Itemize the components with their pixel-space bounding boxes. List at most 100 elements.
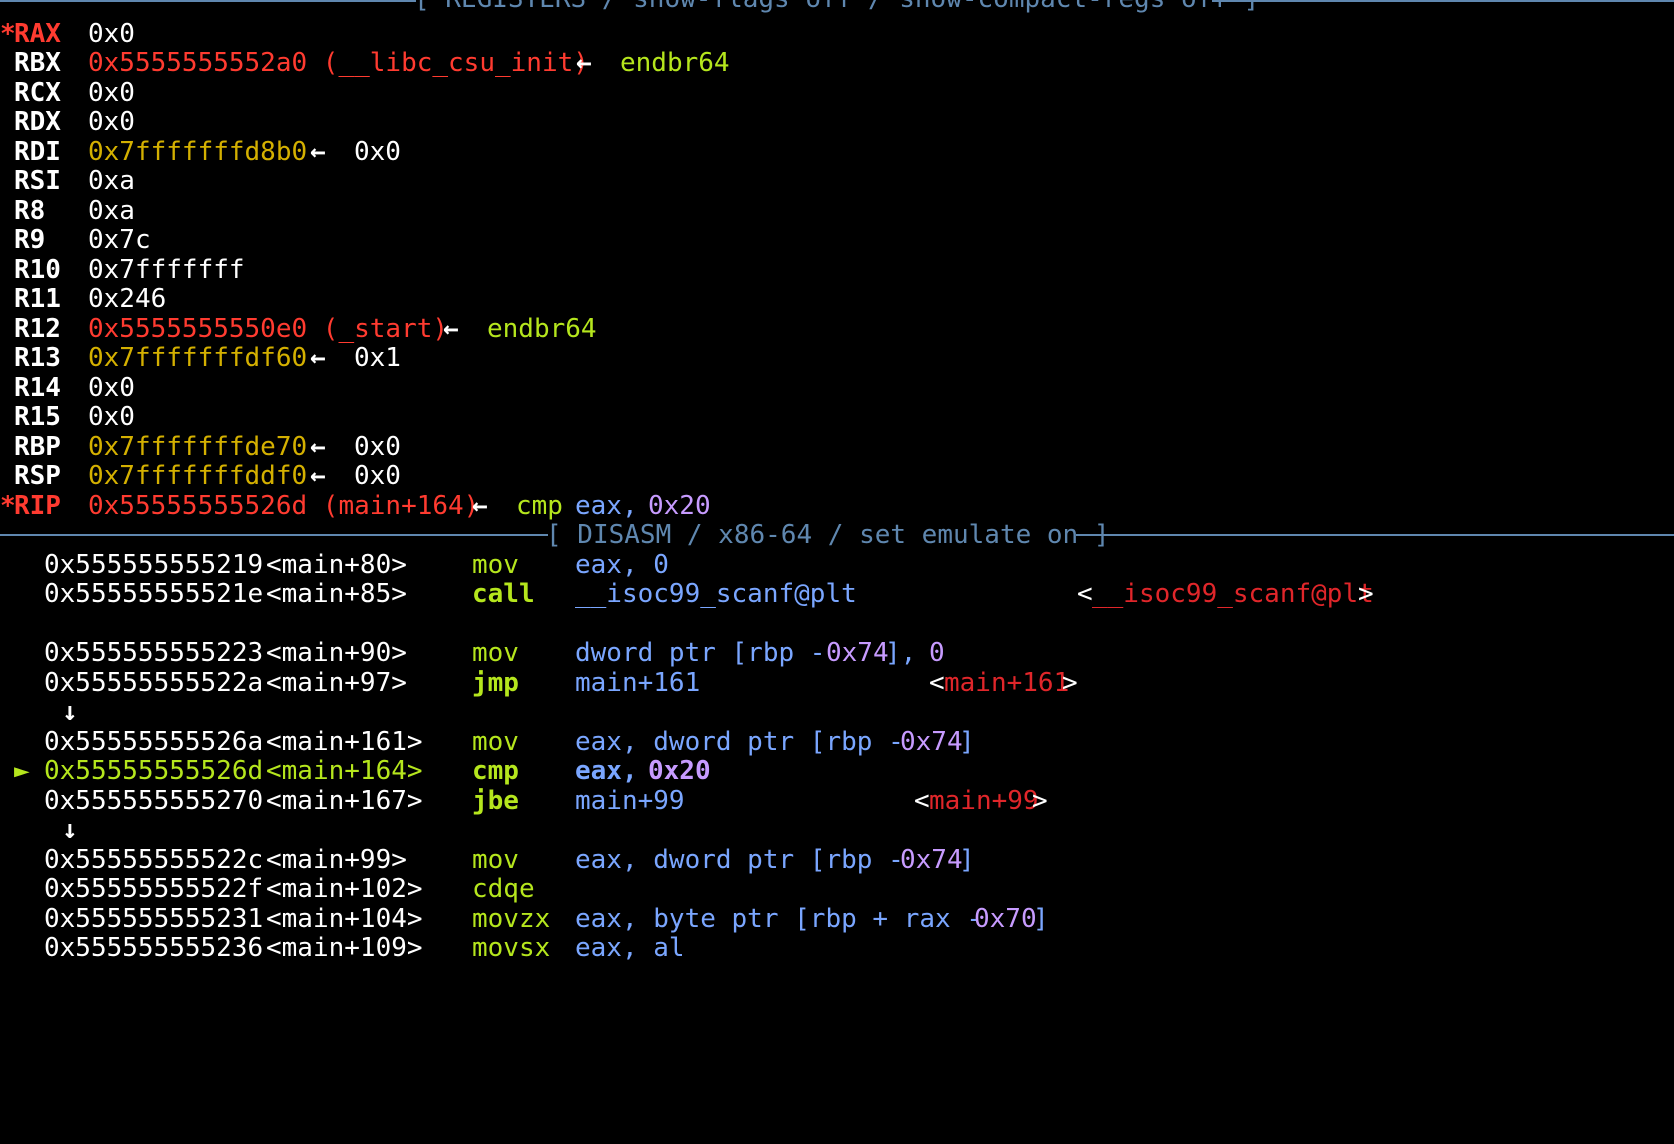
register-value: 0x7fffffffd8b0 <box>88 137 308 167</box>
branch-target: __isoc99_scanf@plt <box>1092 579 1374 609</box>
down-arrow-icon: ↓ <box>62 697 78 727</box>
instruction-operands: eax, 0 <box>575 550 669 580</box>
instruction-mnemonic: movzx <box>472 904 551 934</box>
register-deref-target: endbr64 <box>487 314 597 344</box>
down-arrow-icon: ↓ <box>62 815 78 845</box>
instruction-symbol: <main+97> <box>266 668 407 698</box>
instruction-immediate: 0x74 <box>826 638 889 668</box>
instruction-operands: eax, <box>575 756 654 786</box>
register-value: 0x0 <box>88 402 135 432</box>
register-name: R10 <box>14 255 61 285</box>
pointer-arrow-icon: ← <box>310 343 326 373</box>
instruction-mnemonic: mov <box>472 550 519 580</box>
register-value: 0x55555555526d (main+164) <box>88 491 480 521</box>
disasm-banner-title: [ DISASM / x86-64 / set emulate on ] <box>546 520 1110 550</box>
disasm-line[interactable]: 0x55555555526a <main+161> mov eax, dword… <box>0 727 1674 757</box>
disasm-line[interactable]: 0x555555555270 <main+167> jbe main+99 < … <box>0 786 1674 816</box>
instruction-mnemonic: jbe <box>472 786 519 816</box>
branch-target-close: > <box>1032 786 1048 816</box>
instruction-address: 0x55555555522a <box>44 668 264 698</box>
register-name: RIP <box>14 491 61 521</box>
instruction-operands-tail: ], <box>885 638 932 668</box>
instruction-operands: eax, dword ptr [rbp - <box>575 727 920 757</box>
register-value: 0x7fffffffddf0 <box>88 461 308 491</box>
register-row-r14: R14 0x0 <box>0 373 1674 403</box>
disasm-line[interactable]: 0x55555555522c <main+99> mov eax, dword … <box>0 845 1674 875</box>
instruction-immediate: 0x74 <box>900 727 963 757</box>
instruction-address: 0x55555555521e <box>44 579 264 609</box>
instruction-address: 0x55555555522c <box>44 845 264 875</box>
register-value: 0x7fffffff <box>88 255 245 285</box>
instruction-symbol: <main+90> <box>266 638 407 668</box>
register-row-rsp: RSP 0x7fffffffddf0 ← 0x0 <box>0 461 1674 491</box>
instruction-symbol: <main+109> <box>266 933 423 963</box>
register-value: 0x0 <box>88 107 135 137</box>
register-name: R15 <box>14 402 61 432</box>
disasm-line[interactable]: 0x55555555521e <main+85> call __isoc99_s… <box>0 579 1674 609</box>
instruction-immediate: 0x74 <box>900 845 963 875</box>
instruction-operands: main+161 <box>575 668 701 698</box>
branch-target-open: < <box>929 668 945 698</box>
instruction-operands: eax, byte ptr [rbp + rax - <box>575 904 998 934</box>
instruction-mnemonic: mov <box>472 727 519 757</box>
register-row-rdi: RDI 0x7fffffffd8b0 ← 0x0 <box>0 137 1674 167</box>
register-value: 0x0 <box>88 78 135 108</box>
instruction-mnemonic: cmp <box>472 756 519 786</box>
instruction-symbol: <main+85> <box>266 579 407 609</box>
instruction-symbol: <main+99> <box>266 845 407 875</box>
disasm-line-current[interactable]: ► 0x55555555526d <main+164> cmp eax, 0x2… <box>0 756 1674 786</box>
pointer-arrow-icon: ← <box>310 461 326 491</box>
register-name: RDX <box>14 107 61 137</box>
instruction-operands-tail: ] <box>1033 904 1049 934</box>
instruction-operands: __isoc99_scanf@plt <box>575 579 857 609</box>
pointer-arrow-icon: ← <box>576 48 592 78</box>
registers-banner-title: [ REGISTERS / show-flags off / show-comp… <box>414 0 1259 14</box>
register-name: RAX <box>14 19 61 49</box>
instruction-address: 0x55555555526a <box>44 727 264 757</box>
jump-arrow-row: ↓ <box>0 815 1674 845</box>
register-row-r10: R10 0x7fffffff <box>0 255 1674 285</box>
register-name: RBP <box>14 432 61 462</box>
register-row-rip: * RIP 0x55555555526d (main+164) ← cmp ea… <box>0 491 1674 521</box>
register-deref-target: 0x0 <box>354 432 401 462</box>
disasm-line[interactable]: 0x555555555231 <main+104> movzx eax, byt… <box>0 904 1674 934</box>
instruction-mnemonic: mov <box>472 638 519 668</box>
register-row-rdx: RDX 0x0 <box>0 107 1674 137</box>
register-value: 0xa <box>88 196 135 226</box>
instruction-mnemonic: cdqe <box>472 874 535 904</box>
register-deref-target: 0x0 <box>354 137 401 167</box>
register-row-r15: R15 0x0 <box>0 402 1674 432</box>
branch-target-close: > <box>1062 668 1078 698</box>
register-name: R14 <box>14 373 61 403</box>
instruction-mnemonic: movsx <box>472 933 551 963</box>
disasm-line[interactable]: 0x555555555223 <main+90> mov dword ptr [… <box>0 638 1674 668</box>
register-row-rbx: RBX 0x5555555552a0 (__libc_csu_init) ← e… <box>0 48 1674 78</box>
register-name: RSI <box>14 166 61 196</box>
instruction-symbol: <main+104> <box>266 904 423 934</box>
register-value: 0x7c <box>88 225 151 255</box>
instruction-operands: eax, dword ptr [rbp - <box>575 845 920 875</box>
register-name: RBX <box>14 48 61 78</box>
registers-banner-rule-left <box>0 0 416 2</box>
disasm-banner-rule-left <box>0 534 548 536</box>
instruction-symbol: <main+161> <box>266 727 423 757</box>
instruction-mnemonic: call <box>472 579 535 609</box>
register-deref-target: 0x1 <box>354 343 401 373</box>
disasm-line[interactable]: 0x555555555236 <main+109> movsx eax, al <box>0 933 1674 963</box>
register-value: 0x7fffffffdf60 <box>88 343 308 373</box>
disasm-line[interactable]: 0x55555555522a <main+97> jmp main+161 < … <box>0 668 1674 698</box>
register-deref-target: endbr64 <box>620 48 730 78</box>
instruction-operands: dword ptr [rbp - <box>575 638 842 668</box>
instruction-mnemonic: mov <box>472 845 519 875</box>
instruction-symbol: <main+167> <box>266 786 423 816</box>
register-name: RSP <box>14 461 61 491</box>
disasm-line[interactable]: 0x55555555522f <main+102> cdqe <box>0 874 1674 904</box>
disasm-line[interactable]: 0x555555555219 <main+80> mov eax, 0 <box>0 550 1674 580</box>
pointer-arrow-icon: ← <box>310 432 326 462</box>
terminal-window[interactable]: [ REGISTERS / show-flags off / show-comp… <box>0 0 1674 1030</box>
registers-banner-rule-right <box>1212 0 1674 2</box>
current-instruction-marker-icon: ► <box>14 756 30 786</box>
register-row-rsi: RSI 0xa <box>0 166 1674 196</box>
instruction-symbol: <main+80> <box>266 550 407 580</box>
register-value: 0xa <box>88 166 135 196</box>
